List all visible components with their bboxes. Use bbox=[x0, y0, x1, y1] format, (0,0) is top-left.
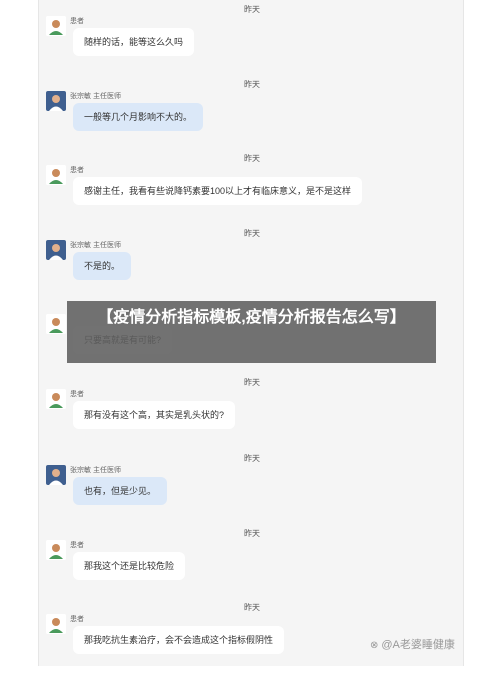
message-timestamp: 昨天 bbox=[244, 5, 260, 14]
sender-name: 张宗敏 bbox=[70, 93, 91, 100]
message-timestamp: 昨天 bbox=[244, 378, 260, 387]
message-timestamp: 昨天 bbox=[244, 529, 260, 538]
watermark-text: @A老婆睡健康 bbox=[381, 639, 455, 651]
message-timestamp: 昨天 bbox=[244, 603, 260, 612]
sender-title: 主任医师 bbox=[93, 242, 121, 249]
message-bubble: 那我这个还是比较危险 bbox=[73, 552, 186, 580]
message-bubble: 那有没有这个高，其实是乳头状的? bbox=[73, 401, 236, 429]
message-bubble: 也有，但是少见。 bbox=[73, 477, 168, 505]
chat-message: 昨天患者随样的话，能等这么久吗 bbox=[39, 4, 463, 79]
chat-message: 昨天张宗敏 主任医师不是的。 bbox=[39, 228, 463, 303]
article-title-banner: 【疫情分析指标模板,疫情分析报告怎么写】 bbox=[67, 301, 436, 363]
patient-avatar[interactable] bbox=[46, 314, 66, 334]
chat-message: 昨天张宗敏 主任医师也有，但是少见。 bbox=[39, 453, 463, 528]
sender-info: 患者 bbox=[70, 165, 84, 175]
sender-info: 患者 bbox=[70, 540, 84, 550]
doctor-avatar[interactable] bbox=[46, 465, 66, 485]
message-timestamp: 昨天 bbox=[244, 229, 260, 238]
message-bubble: 那我吃抗生素治疗，会不会造成这个指标假阴性 bbox=[73, 626, 285, 654]
article-title: 【疫情分析指标模板,疫情分析报告怎么写】 bbox=[97, 309, 406, 326]
sender-title: 主任医师 bbox=[93, 93, 121, 100]
message-bubble: 随样的话，能等这么久吗 bbox=[73, 28, 195, 56]
patient-avatar[interactable] bbox=[46, 540, 66, 560]
patient-avatar[interactable] bbox=[46, 165, 66, 185]
sender-info: 张宗敏 主任医师 bbox=[70, 465, 121, 475]
message-bubble: 一般等几个月影响不大的。 bbox=[73, 103, 204, 131]
message-timestamp: 昨天 bbox=[244, 454, 260, 463]
doctor-avatar[interactable] bbox=[46, 240, 66, 260]
chat-message: 昨天张宗敏 主任医师一般等几个月影响不大的。 bbox=[39, 79, 463, 154]
message-bubble: 不是的。 bbox=[73, 252, 132, 280]
message-timestamp: 昨天 bbox=[244, 154, 260, 163]
sender-title: 主任医师 bbox=[93, 467, 121, 474]
sender-name: 患者 bbox=[70, 616, 84, 623]
chat-message: 昨天患者那我这个还是比较危险 bbox=[39, 528, 463, 603]
brand-icon: ⊗ bbox=[370, 640, 379, 651]
sender-info: 患者 bbox=[70, 389, 84, 399]
message-timestamp: 昨天 bbox=[244, 80, 260, 89]
sender-info: 张宗敏 主任医师 bbox=[70, 91, 121, 101]
chat-message: 昨天患者那有没有这个高，其实是乳头状的? bbox=[39, 377, 463, 452]
sender-info: 患者 bbox=[70, 614, 84, 624]
sender-name: 张宗敏 bbox=[70, 242, 91, 249]
doctor-avatar[interactable] bbox=[46, 91, 66, 111]
sender-name: 患者 bbox=[70, 167, 84, 174]
patient-avatar[interactable] bbox=[46, 614, 66, 634]
chat-message: 昨天患者感谢主任，我看有些说降钙素要100以上才有临床意义，是不是这样 bbox=[39, 153, 463, 228]
sender-info: 患者 bbox=[70, 16, 84, 26]
patient-avatar[interactable] bbox=[46, 16, 66, 36]
watermark: ⊗ @A老婆睡健康 bbox=[370, 636, 455, 652]
sender-name: 患者 bbox=[70, 18, 84, 25]
sender-name: 张宗敏 bbox=[70, 467, 91, 474]
patient-avatar[interactable] bbox=[46, 389, 66, 409]
sender-info: 张宗敏 主任医师 bbox=[70, 240, 121, 250]
sender-name: 患者 bbox=[70, 391, 84, 398]
message-bubble: 感谢主任，我看有些说降钙素要100以上才有临床意义，是不是这样 bbox=[73, 177, 363, 205]
sender-name: 患者 bbox=[70, 542, 84, 549]
